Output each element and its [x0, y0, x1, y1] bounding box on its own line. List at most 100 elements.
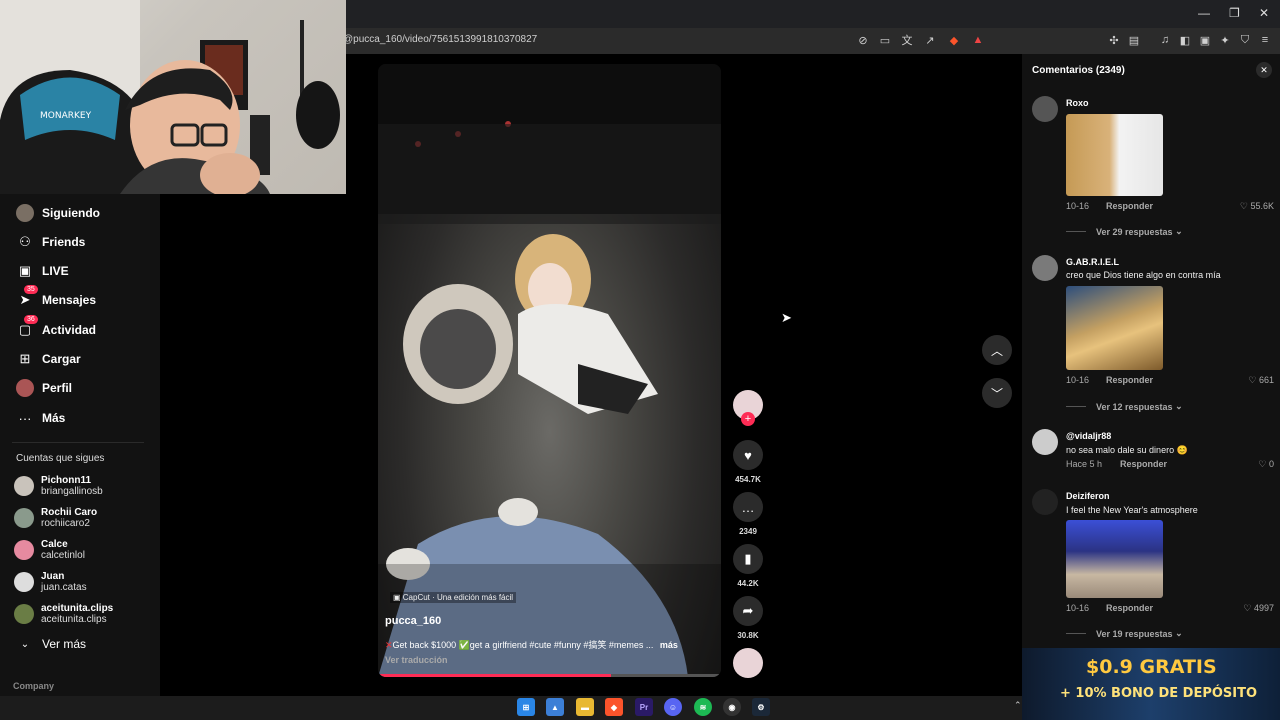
- company-link[interactable]: Company: [13, 681, 54, 691]
- premiere-icon[interactable]: Pr: [635, 698, 653, 716]
- spotify-icon[interactable]: ≋: [694, 698, 712, 716]
- comment-text: I feel the New Year's atmosphere: [1066, 505, 1198, 515]
- share-count: 30.8K: [737, 631, 759, 640]
- creator-avatar-button[interactable]: +: [733, 390, 763, 426]
- caption-more-button[interactable]: más: [660, 640, 678, 650]
- sidebar-item-live[interactable]: ▣ LIVE: [16, 261, 69, 281]
- comment-icon: …: [733, 492, 763, 522]
- comment-username[interactable]: Deiziferon: [1066, 491, 1110, 501]
- leo-ai-icon[interactable]: ✦: [1217, 32, 1233, 48]
- reply-button[interactable]: Responder: [1120, 459, 1167, 469]
- close-window-button[interactable]: ✕: [1259, 6, 1269, 20]
- view-replies-button[interactable]: Ver 29 respuestas ⌄: [1066, 226, 1183, 237]
- sidebar-item-upload[interactable]: ⊞ Cargar: [16, 349, 81, 369]
- comment-like-button[interactable]: ♡ 4997: [1243, 603, 1274, 614]
- following-item[interactable]: Rochii Caro rochiicaro2: [14, 507, 97, 529]
- like-count: 454.7K: [735, 475, 761, 484]
- sidebar-item-more[interactable]: ··· Más: [16, 408, 66, 428]
- comment-username[interactable]: Roxo: [1066, 98, 1089, 108]
- chevron-down-icon: ⌄: [20, 638, 30, 650]
- reply-button[interactable]: Responder: [1106, 201, 1153, 211]
- comment-image[interactable]: [1066, 520, 1163, 598]
- media-icon[interactable]: ♫: [1157, 32, 1173, 48]
- following-item[interactable]: Juan juan.catas: [14, 571, 87, 593]
- brave-shield-icon[interactable]: ◆: [946, 32, 962, 48]
- view-replies-button[interactable]: Ver 12 respuestas ⌄: [1066, 401, 1183, 412]
- video-author[interactable]: pucca_160: [385, 615, 441, 627]
- following-item[interactable]: Calce calcetinlol: [14, 539, 85, 561]
- view-replies-button[interactable]: Ver 19 respuestas ⌄: [1066, 628, 1183, 639]
- translate-icon[interactable]: 文: [899, 32, 915, 48]
- url-text[interactable]: @pucca_160/video/7561513991810370827: [343, 34, 537, 45]
- sidebar-item-activity[interactable]: ▢ 36 Actividad: [16, 315, 96, 340]
- comment-username[interactable]: G.AB.R.I.E.L: [1066, 257, 1119, 267]
- chevron-up-icon: ︿: [990, 343, 1003, 358]
- avatar[interactable]: [1032, 255, 1058, 281]
- minimize-button[interactable]: —: [1198, 6, 1210, 20]
- promo-banner[interactable]: $0.9 GRATIS + 10% BONO DE DEPÓSITO: [1022, 648, 1280, 720]
- save-count: 44.2K: [737, 579, 759, 588]
- video-progress-track[interactable]: [378, 674, 721, 677]
- comments-title: Comentarios (2349): [1032, 65, 1125, 76]
- close-comments-button[interactable]: ✕: [1256, 62, 1272, 78]
- comment-like-button[interactable]: ♡ 0: [1258, 459, 1274, 470]
- vpn-icon[interactable]: ⛉: [1237, 32, 1253, 48]
- comment-like-button[interactable]: ♡ 55.6K: [1240, 201, 1274, 212]
- photos-icon[interactable]: ▲: [546, 698, 564, 716]
- friends-icon: ⚇: [19, 234, 31, 249]
- see-more-button[interactable]: ⌄ Ver más: [16, 634, 86, 654]
- avatar[interactable]: [1032, 96, 1058, 122]
- sidebar-item-profile[interactable]: Perfil: [16, 378, 72, 398]
- translate-link[interactable]: Ver traducción: [385, 655, 448, 665]
- menu-icon[interactable]: ≡: [1257, 32, 1273, 48]
- restore-button[interactable]: ❐: [1229, 6, 1240, 20]
- wallet-icon[interactable]: ▣: [1197, 32, 1213, 48]
- file-explorer-icon[interactable]: ▬: [576, 698, 594, 716]
- brave-rewards-icon[interactable]: ▲: [970, 32, 986, 48]
- cast-icon[interactable]: ▭: [877, 32, 893, 48]
- windows-start-icon[interactable]: ⊞: [517, 698, 535, 716]
- avatar: [14, 604, 34, 624]
- avatar[interactable]: [1032, 489, 1058, 515]
- video-frame: [378, 64, 721, 677]
- obs-icon[interactable]: ◉: [723, 698, 741, 716]
- live-icon: ▣: [18, 263, 32, 278]
- reply-button[interactable]: Responder: [1106, 603, 1153, 613]
- comment-username[interactable]: @vidaljr88: [1066, 431, 1111, 441]
- comment-button[interactable]: … 2349: [733, 492, 763, 536]
- reader-icon[interactable]: ▤: [1126, 32, 1142, 48]
- comment-date: 10-16: [1066, 201, 1090, 211]
- like-button[interactable]: ♥ 454.7K: [733, 440, 763, 484]
- activity-badge: 36: [24, 315, 38, 324]
- avatar[interactable]: [1032, 429, 1058, 455]
- save-button[interactable]: ▮ 44.2K: [733, 544, 763, 588]
- following-item[interactable]: Pichonn11 briangallinosb: [14, 475, 103, 497]
- comment-like-button[interactable]: ♡ 661: [1248, 375, 1274, 386]
- capcut-tag[interactable]: ▣ CapCut · Una edición más fácil: [390, 592, 517, 603]
- extensions-icon[interactable]: ✣: [1106, 32, 1122, 48]
- following-item[interactable]: aceitunita.clips aceitunita.clips: [14, 603, 113, 625]
- share-icon[interactable]: ↗: [922, 32, 938, 48]
- tray-chevron-icon[interactable]: ⌃: [1014, 700, 1022, 711]
- sidebar-item-following[interactable]: Siguiendo: [16, 203, 100, 223]
- sidebar-toggle-icon[interactable]: ◧: [1177, 32, 1193, 48]
- previous-video-button[interactable]: ︿: [982, 335, 1012, 365]
- next-video-button[interactable]: ﹀: [982, 378, 1012, 408]
- share-button[interactable]: ➦ 30.8K: [733, 596, 763, 640]
- discord-icon[interactable]: ☺: [664, 698, 682, 716]
- follow-plus-icon[interactable]: +: [741, 412, 755, 426]
- comment-image[interactable]: [1066, 114, 1163, 196]
- sidebar-item-friends[interactable]: ⚇ Friends: [16, 232, 85, 252]
- mute-icon[interactable]: ⊘: [855, 32, 871, 48]
- music-disc-button[interactable]: [733, 648, 763, 678]
- upload-icon: ⊞: [19, 351, 31, 366]
- avatar: [14, 476, 34, 496]
- video-player[interactable]: [378, 64, 721, 677]
- brave-browser-icon[interactable]: ◆: [605, 698, 623, 716]
- messages-icon: ➤ 35: [16, 285, 38, 309]
- activity-icon: ▢ 36: [16, 315, 38, 339]
- reply-button[interactable]: Responder: [1106, 375, 1153, 385]
- steam-icon[interactable]: ⚙: [752, 698, 770, 716]
- comment-image[interactable]: [1066, 286, 1163, 370]
- sidebar-item-messages[interactable]: ➤ 35 Mensajes: [16, 285, 96, 310]
